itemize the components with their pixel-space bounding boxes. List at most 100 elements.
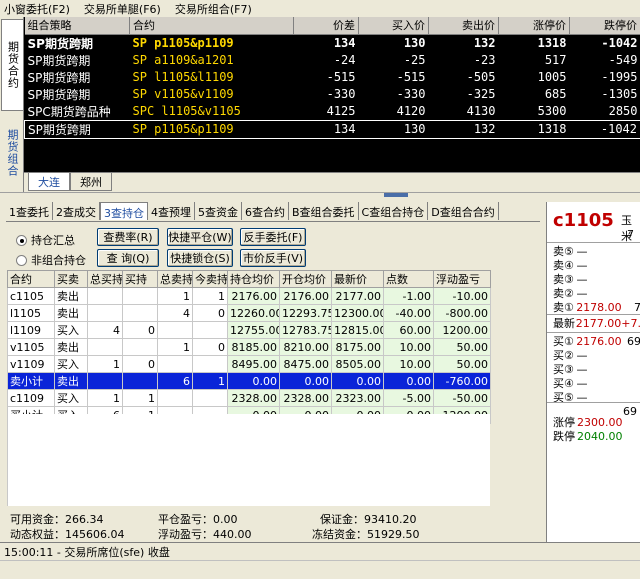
position-row[interactable]: c1105 卖出 1 1 2176.00 2176.00 2177.00 -1.00 -10.0… [7, 287, 491, 305]
positions-col-header[interactable]: 总卖持 [157, 270, 193, 288]
tab-query-positions[interactable]: 3查持仓 [100, 202, 148, 220]
position-row[interactable]: v1105 卖出 1 0 8185.00 8210.00 8175.00 10.00 50.00 [7, 338, 491, 356]
position-cell: -760.00 [433, 372, 491, 390]
position-cell: -1.00 [383, 287, 434, 305]
position-row[interactable]: v1109 买入 1 0 8495.00 8475.00 8505.00 10.00 50.00 [7, 355, 491, 373]
col-contract[interactable]: 合约 [129, 17, 294, 35]
query-fee-button[interactable]: 查费率(R) [97, 228, 159, 246]
quote-bid-level[interactable]: 买④ — [553, 376, 640, 391]
position-cell [87, 372, 123, 390]
position-cell: 0.00 [227, 372, 280, 390]
tab-query-trades[interactable]: 2查成交 [53, 202, 100, 220]
position-cell: 1 [122, 389, 158, 407]
strategy-value: 130 [403, 36, 426, 50]
vtab-futures-combo[interactable]: 期货组合 [1, 117, 23, 189]
position-row[interactable]: 卖小计 卖出 6 1 0.00 0.00 0.00 0.00 -760.00 [7, 372, 491, 390]
quote-bid-level[interactable]: 买① 2176.00 69 [553, 334, 640, 349]
strategy-value: -549 [608, 53, 638, 67]
position-cell [122, 287, 158, 305]
col-ask[interactable]: 卖出价 [428, 17, 499, 35]
tab-query-orders[interactable]: 1查委托 [6, 202, 53, 220]
positions-col-header[interactable]: 买卖 [54, 270, 88, 288]
quote-bid-level[interactable]: 买② — [553, 348, 640, 363]
position-cell [192, 321, 228, 339]
position-cell: 12300.00 [331, 304, 384, 322]
strategy-value: -505 [466, 70, 496, 84]
reverse-order-button[interactable]: 反手委托(F) [240, 228, 306, 246]
menu-bar: 小窗委托(F2) 交易所单腿(F6) 交易所组合(F7) [0, 0, 640, 17]
positions-col-header[interactable]: 最新价 [331, 270, 384, 288]
quick-close-button[interactable]: 快捷平仓(W) [167, 228, 233, 246]
col-strategy[interactable]: 组合策略 [24, 17, 130, 35]
radio-non-combo-position[interactable]: 非组合持仓 [16, 252, 86, 268]
quote-ask-level[interactable]: 卖④ — [553, 258, 640, 273]
menu-small-order[interactable]: 小窗委托(F2) [4, 1, 70, 17]
strategy-value: 1318 [498, 119, 570, 139]
strategy-row[interactable]: SP期货跨期 SP v1105&v1109 -330 -330 -325 685 -1305 [25, 86, 640, 103]
quote-panel: c1105 玉米 7 卖⑤ — 卖④ — 卖③ — 卖② — 卖① 2178.00 7 最新 217… [546, 202, 640, 542]
strategy-value: 134 [333, 36, 356, 50]
radio-position-summary[interactable]: 持仓汇总 [16, 232, 75, 248]
strategy-value: 2850 [608, 104, 638, 118]
query-button[interactable]: 查 询(Q) [97, 249, 159, 267]
positions-col-header[interactable]: 买持 [122, 270, 158, 288]
position-cell [157, 321, 193, 339]
position-cell: 0 [122, 321, 158, 339]
tab-query-combo-orders[interactable]: B查组合委托 [289, 202, 359, 220]
positions-col-header[interactable]: 今卖持 [192, 270, 228, 288]
col-limit-down[interactable]: 跌停价 [569, 17, 640, 35]
quote-bid-level[interactable]: 买③ — [553, 362, 640, 377]
strategy-row[interactable]: SPC期货跨品种 SPC l1105&v1105 4125 4120 4130 5300 2… [25, 103, 640, 121]
tab-query-funds[interactable]: 5查资金 [195, 202, 242, 220]
positions-table: 合约 买卖 总买持 买持 总卖持 今卖持 持仓均价 开仓均价 最新价 点数 浮动盈亏 c1105 卖出… [7, 270, 491, 424]
strategy-row[interactable]: SP期货跨期 SP l1105&l1109 -515 -515 -505 1005 -199… [25, 69, 640, 86]
positions-col-header[interactable]: 点数 [383, 270, 434, 288]
strategy-value: -1042 [601, 36, 638, 50]
positions-col-header[interactable]: 开仓均价 [279, 270, 332, 288]
position-cell: 8185.00 [227, 338, 280, 356]
position-cell: 50.00 [433, 355, 491, 373]
tab-zhengzhou[interactable]: 郑州 [70, 173, 112, 191]
position-cell: 1 [157, 338, 193, 356]
quote-ask-level[interactable]: 卖① 2178.00 7 [553, 300, 640, 315]
strategy-row[interactable]: SP期货跨期 SP a1109&a1201 -24 -25 -23 517 -549 [25, 52, 640, 69]
vertical-tabs: 期货合约 期货组合 [0, 17, 24, 192]
positions-col-header[interactable]: 总买持 [87, 270, 123, 288]
tab-dalian[interactable]: 大连 [28, 173, 70, 191]
col-limit-up[interactable]: 涨停价 [498, 17, 570, 35]
position-cell: 0.00 [383, 372, 434, 390]
strategy-row[interactable]: SP期货跨期 SP p1105&p1109 134 130 132 1318 -1042 [24, 119, 640, 139]
quote-ask-level[interactable]: 卖⑤ — [553, 244, 640, 259]
quote-ask-level[interactable]: 卖② — [553, 286, 640, 301]
position-row[interactable]: l1109 买入 4 0 12755.00 12783.75 12815.00 60.00 12… [7, 321, 491, 339]
tab-query-combo-contracts[interactable]: D查组合合约 [428, 202, 499, 220]
tab-query-combo-positions[interactable]: C查组合持仓 [359, 202, 429, 220]
radio-unchecked-icon [16, 254, 27, 266]
position-cell: 0.00 [279, 372, 332, 390]
position-cell: 8505.00 [331, 355, 384, 373]
position-row[interactable]: c1109 买入 1 1 2328.00 2328.00 2323.00 -5.00 -50.0… [7, 389, 491, 407]
quick-lock-button[interactable]: 快捷锁仓(S) [167, 249, 233, 267]
tab-query-preset[interactable]: 4查预埋 [148, 202, 195, 220]
position-row[interactable]: l1105 卖出 4 0 12260.00 12293.75 12300.00 -40.00-… [7, 304, 491, 322]
menu-exchange-single[interactable]: 交易所单腿(F6) [84, 1, 161, 17]
position-cell: 2177.00 [331, 287, 384, 305]
col-spread[interactable]: 价差 [293, 17, 359, 35]
positions-col-header[interactable]: 浮动盈亏 [433, 270, 491, 288]
tab-query-contracts[interactable]: 6查合约 [242, 202, 289, 220]
positions-col-header[interactable]: 持仓均价 [227, 270, 280, 288]
market-reverse-button[interactable]: 市价反手(V) [240, 249, 306, 267]
position-cell: -800.00 [433, 304, 491, 322]
menu-exchange-combo[interactable]: 交易所组合(F7) [175, 1, 252, 17]
position-cell: l1105 [7, 304, 55, 322]
positions-col-header[interactable]: 合约 [7, 270, 55, 288]
position-cell [157, 355, 193, 373]
vtab-futures-contract[interactable]: 期货合约 [1, 19, 23, 111]
quote-ask-level[interactable]: 卖③ — [553, 272, 640, 287]
splitter-grip[interactable] [384, 193, 408, 197]
strategy-row[interactable]: SP期货跨期 SP p1105&p1109 134 130 132 1318 -1042 [25, 34, 640, 52]
position-cell: 卖出 [54, 287, 88, 305]
splitter[interactable] [0, 192, 640, 198]
position-cell [87, 338, 123, 356]
col-bid[interactable]: 买入价 [358, 17, 429, 35]
